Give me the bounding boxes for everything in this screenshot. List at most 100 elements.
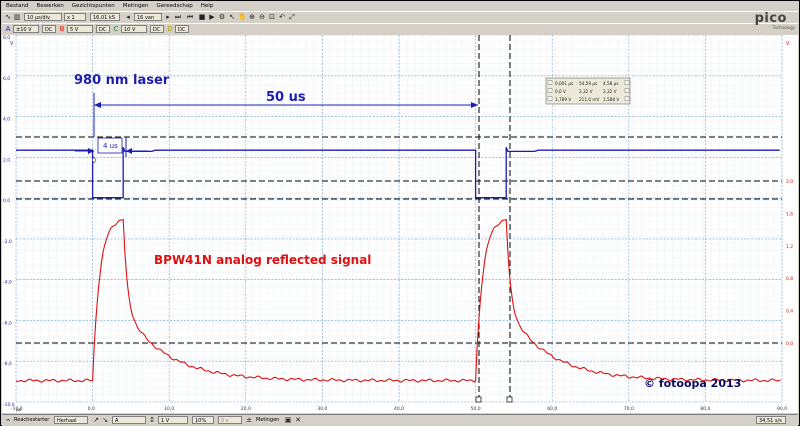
channel-b-icon[interactable]: B xyxy=(58,25,66,33)
laser-label: 980 nm laser xyxy=(74,73,170,88)
trigger-mode-select[interactable]: Herhaal xyxy=(54,416,88,424)
channel-c-coupling[interactable]: DC xyxy=(150,25,164,33)
channel-a-icon[interactable]: A xyxy=(4,25,12,33)
channel-c-range[interactable]: 10 V xyxy=(121,25,147,33)
measurements-settings-icon[interactable]: ▣ xyxy=(284,416,292,424)
x-tick-label: 10,0 xyxy=(164,406,174,412)
right-tick-label: 1,6 xyxy=(786,211,793,217)
right-tick-label: 2,0 xyxy=(786,179,793,185)
right-tick-label: 0,4 xyxy=(786,309,793,315)
channel-b-range[interactable]: 5 V xyxy=(67,25,93,33)
next-capture-icon[interactable]: ▸ xyxy=(164,13,172,21)
play-icon[interactable]: ▶ xyxy=(208,13,216,21)
ruler-table[interactable]: 0,001 µs 54,59 µs 4,58 µs 0,0 V 2,32 V 2,32 V… xyxy=(545,77,631,105)
zoom-area-icon[interactable]: ⊡ xyxy=(268,13,276,21)
undo-zoom-icon[interactable]: ↶ xyxy=(278,13,286,21)
ruler-row-close xyxy=(624,80,630,85)
period-label: 50 us xyxy=(266,90,306,105)
left-tick-label: -2,0 xyxy=(3,239,12,245)
left-tick-label: 6,0 xyxy=(3,76,10,82)
left-axis: 8,06,04,02,00,0-2,0-4,0-6,0-8,0-10,0 xyxy=(3,35,15,408)
x-tick-label: 0,0 xyxy=(88,406,95,412)
measurements-delete-icon[interactable]: ✕ xyxy=(294,416,302,424)
right-tick-label: 0,8 xyxy=(786,276,793,282)
first-capture-icon[interactable]: ⏮ xyxy=(186,13,194,21)
trigger-icon: ⌁ xyxy=(5,416,11,424)
timebase-select[interactable]: 10 µs/div xyxy=(24,13,62,21)
app-window: Bestand Bewerken Gezichtspunten Metingen Ger… xyxy=(0,0,800,426)
left-tick-label: 4,0 xyxy=(3,117,10,123)
trigger-level-input[interactable]: 1 V xyxy=(158,416,188,424)
ruler-table-cell: 2,32 V xyxy=(579,89,593,94)
stop-icon[interactable]: ■ xyxy=(198,13,206,21)
menu-bewerken[interactable]: Bewerken xyxy=(33,3,68,9)
ruler-handle-1[interactable] xyxy=(475,396,482,403)
pulse-label: 4 us xyxy=(103,142,118,150)
ruler-row-close xyxy=(624,88,630,93)
menu-help[interactable]: Help xyxy=(197,3,218,9)
ruler-row-checkbox xyxy=(547,96,553,101)
prev-capture-icon[interactable]: ◂ xyxy=(124,13,132,21)
measurements-label: Metingen xyxy=(256,417,280,423)
ruler-row-checkbox xyxy=(547,80,553,85)
zoom-in-icon[interactable]: ⊕ xyxy=(248,13,256,21)
ruler-table-cell: 1,789 V xyxy=(555,97,571,102)
left-tick-label: -4,0 xyxy=(3,280,12,286)
channel-a-coupling[interactable]: DC xyxy=(42,25,56,33)
ruler-table-cell: 0,0 V xyxy=(555,89,566,94)
x-tick-label: 40,0 xyxy=(394,406,404,412)
left-tick-label: 2,0 xyxy=(3,157,10,163)
right-axis-unit: V xyxy=(786,41,790,47)
spectrum-mode-icon[interactable]: ▥ xyxy=(13,13,21,21)
channel-d-icon[interactable]: D xyxy=(166,25,174,33)
pico-logo-subtitle: Technology xyxy=(772,25,795,30)
scope-view: 8,0 6,0 4,0 2,0 0,0 -2,0 -4,0 -6,0 -8,0 -10,0 V 2… xyxy=(2,34,798,413)
zoom-out-icon[interactable]: ⊖ xyxy=(258,13,266,21)
trigger-delay-input[interactable]: 0 s xyxy=(218,416,242,424)
fit-view-icon[interactable]: ⤢ xyxy=(288,13,296,21)
channel-a-range[interactable]: ±10 V xyxy=(13,25,39,33)
menu-metingen[interactable]: Metingen xyxy=(119,3,153,9)
samples-select[interactable]: 16,01 kS xyxy=(90,13,120,21)
ruler-row-close xyxy=(624,96,630,101)
waveform-plot[interactable]: 8,06,04,02,00,0-2,0-4,0-6,0-8,0-10,0 V 2… xyxy=(2,34,798,413)
right-tick-label: 1,2 xyxy=(786,244,793,250)
left-tick-label: -8,0 xyxy=(3,361,12,367)
ruler-table-cell: 2,32 V xyxy=(603,89,617,94)
ruler-handle-2[interactable] xyxy=(506,396,513,403)
capture-counter[interactable]: 16 van 16 xyxy=(134,13,162,29)
x-tick-label: 60,0 xyxy=(547,406,557,412)
hand-pan-icon[interactable]: ✋ xyxy=(238,13,247,21)
ruler-table-cell: 1,588 V xyxy=(603,97,619,102)
trigger-edge-rising-icon[interactable]: ↗ xyxy=(92,416,100,424)
last-capture-icon[interactable]: ⏭ xyxy=(174,13,182,21)
ruler-table-cell: 211,0 mV xyxy=(579,97,599,102)
zoom-select[interactable]: x 1 xyxy=(64,13,86,21)
pico-logo: pico xyxy=(754,11,787,26)
copyright-label: © fotoopa 2013 xyxy=(644,377,741,390)
menu-bestand[interactable]: Bestand xyxy=(2,3,33,9)
left-axis-unit: V xyxy=(10,41,14,47)
signal-label: BPW41N analog reflected signal xyxy=(154,253,371,267)
trigger-percent-input[interactable]: 10% xyxy=(192,416,214,424)
ruler-table-cell: 4,58 µs xyxy=(603,81,619,86)
menu-gezichtspunten[interactable]: Gezichtspunten xyxy=(68,3,119,9)
ruler-table-cell: 0,001 µs xyxy=(555,81,573,86)
select-pointer-icon[interactable]: ↖ xyxy=(228,13,236,21)
trigger-source-select[interactable]: A xyxy=(112,416,146,424)
ruler-table-cell: 54,59 µs xyxy=(579,81,597,86)
right-tick-label: 0,0 xyxy=(786,341,793,347)
menu-bar: Bestand Bewerken Gezichtspunten Metingen Ger… xyxy=(2,2,798,11)
ruler-row-checkbox xyxy=(547,88,553,93)
x-tick-label: 20,0 xyxy=(241,406,251,412)
x-tick-label: 50,0 xyxy=(471,406,481,412)
zoom-readout: 34,51 s/s xyxy=(756,416,786,424)
measurements-add-icon[interactable]: ± xyxy=(245,416,253,424)
channel-b-coupling[interactable]: DC xyxy=(96,25,110,33)
channel-d-coupling[interactable]: DC xyxy=(175,25,189,33)
trigger-edge-falling-icon[interactable]: ↘ xyxy=(101,416,109,424)
scope-mode-icon[interactable]: ∿ xyxy=(4,13,12,21)
channel-c-icon[interactable]: C xyxy=(112,25,120,33)
settings-icon[interactable]: ⚙ xyxy=(218,13,226,21)
menu-gereedschap[interactable]: Gereedschap xyxy=(152,3,196,9)
